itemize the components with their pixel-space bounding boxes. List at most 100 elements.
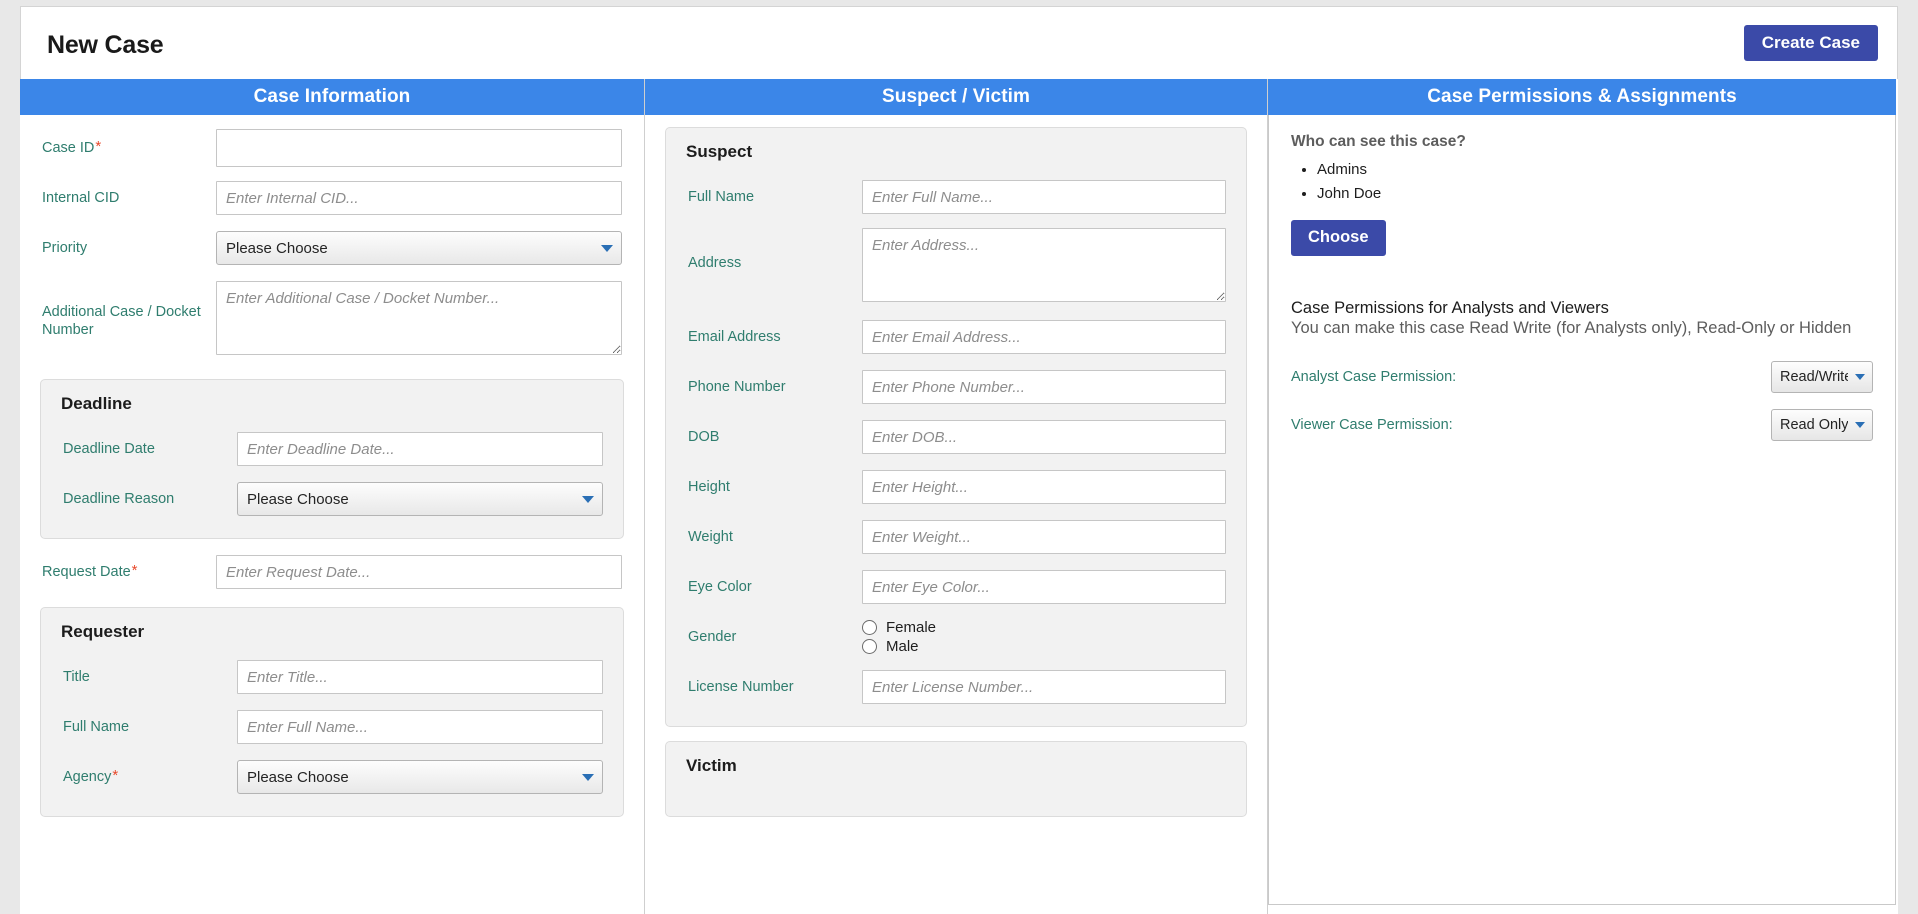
viewer-permission-select[interactable]: Read Only <box>1771 408 1873 441</box>
suspect-eye-color-input[interactable] <box>862 570 1226 604</box>
label-additional-case-number: Additional Case / Docket Number <box>42 304 201 339</box>
deadline-reason-select[interactable]: Please Choose <box>237 482 603 516</box>
field-row-suspect-height: Height <box>666 462 1246 512</box>
field-row-suspect-gender: Gender Female Male <box>666 612 1246 662</box>
control-priority: Please Choose <box>216 231 644 265</box>
suspect-full-name-input[interactable] <box>862 180 1226 214</box>
control-suspect-height <box>862 470 1246 504</box>
control-suspect-dob <box>862 420 1246 454</box>
column-header-suspect-victim: Suspect / Victim <box>645 79 1267 115</box>
control-suspect-full-name <box>862 180 1246 214</box>
control-deadline-reason: Please Choose <box>237 482 623 516</box>
agency-select-wrap: Please Choose <box>237 760 603 794</box>
requester-full-name-input[interactable] <box>237 710 603 744</box>
label-deadline-reason: Deadline Reason <box>63 490 175 507</box>
analyst-permission-select-wrap: Read/Write <box>1771 360 1873 393</box>
permissions-subtext: You can make this case Read Write (for A… <box>1291 318 1852 337</box>
victim-group-title: Victim <box>686 756 737 775</box>
additional-case-number-textarea[interactable] <box>216 281 622 355</box>
case-id-input[interactable] <box>216 129 622 167</box>
analyst-permission-row: Analyst Case Permission: Read/Write <box>1291 360 1873 393</box>
suspect-phone-input[interactable] <box>862 370 1226 404</box>
control-suspect-license-number <box>862 670 1246 704</box>
control-agency: Please Choose <box>237 760 623 794</box>
field-row-suspect-eye-color: Eye Color <box>666 562 1246 612</box>
suspect-group-title: Suspect <box>686 142 753 161</box>
control-request-date <box>216 555 644 589</box>
label-viewer-permission: Viewer Case Permission: <box>1291 416 1453 433</box>
list-item: Admins <box>1317 161 1873 178</box>
radio-circle-icon[interactable] <box>862 639 877 654</box>
label-requester-full-name: Full Name <box>63 718 130 735</box>
label-suspect-dob: DOB <box>688 428 720 445</box>
radio-circle-icon[interactable] <box>862 620 877 635</box>
field-row-suspect-email: Email Address <box>666 312 1246 362</box>
field-row-internal-cid: Internal CID <box>20 173 644 223</box>
field-row-deadline-reason: Deadline Reason Please Choose <box>41 474 623 524</box>
column-suspect-victim: Suspect / Victim Suspect Full Name Addre… <box>645 79 1268 914</box>
viewer-permission-select-wrap: Read Only <box>1771 408 1873 441</box>
column-header-case-permissions: Case Permissions & Assignments <box>1268 79 1896 115</box>
suspect-weight-input[interactable] <box>862 520 1226 554</box>
suspect-dob-input[interactable] <box>862 420 1226 454</box>
gender-radio-female[interactable]: Female <box>862 619 1226 636</box>
control-suspect-phone <box>862 370 1246 404</box>
field-row-priority: Priority Please Choose <box>20 223 644 273</box>
label-suspect-height: Height <box>688 478 730 495</box>
requester-group-title: Requester <box>61 622 145 641</box>
suspect-group: Suspect Full Name Address <box>665 127 1247 727</box>
label-agency: Agency* <box>63 766 119 785</box>
control-internal-cid <box>216 181 644 215</box>
label-internal-cid: Internal CID <box>42 189 120 206</box>
label-suspect-email: Email Address <box>688 328 781 345</box>
required-marker: * <box>131 561 138 579</box>
request-date-input[interactable] <box>216 555 622 589</box>
control-suspect-weight <box>862 520 1246 554</box>
gender-option-label: Male <box>886 638 919 655</box>
column-case-information: Case Information Case ID* Internal CID P… <box>20 79 645 914</box>
suspect-height-input[interactable] <box>862 470 1226 504</box>
field-row-request-date: Request Date* <box>20 547 644 597</box>
control-suspect-eye-color <box>862 570 1246 604</box>
requester-group: Requester Title Full Name A <box>40 607 624 817</box>
required-marker: * <box>112 766 119 784</box>
requester-title-input[interactable] <box>237 660 603 694</box>
priority-select[interactable]: Please Choose <box>216 231 622 265</box>
control-suspect-address <box>862 228 1246 307</box>
suspect-address-textarea[interactable] <box>862 228 1226 302</box>
list-item: John Doe <box>1317 185 1873 202</box>
label-suspect-eye-color: Eye Color <box>688 578 752 595</box>
internal-cid-input[interactable] <box>216 181 622 215</box>
suspect-email-input[interactable] <box>862 320 1226 354</box>
control-requester-title <box>237 660 623 694</box>
application-root: New Case Create Case Case Information Ca… <box>0 0 1918 914</box>
analyst-permission-select[interactable]: Read/Write <box>1771 360 1873 393</box>
label-requester-title: Title <box>63 668 90 685</box>
agency-select[interactable]: Please Choose <box>237 760 603 794</box>
label-analyst-permission: Analyst Case Permission: <box>1291 368 1457 385</box>
field-row-suspect-weight: Weight <box>666 512 1246 562</box>
gender-radio-male[interactable]: Male <box>862 638 1226 655</box>
create-case-button[interactable]: Create Case <box>1743 25 1878 61</box>
field-row-suspect-address: Address <box>666 222 1246 312</box>
who-can-see-question: Who can see this case? <box>1291 133 1466 150</box>
field-row-requester-title: Title <box>41 652 623 702</box>
field-row-case-id: Case ID* <box>20 123 644 173</box>
deadline-reason-select-wrap: Please Choose <box>237 482 603 516</box>
case-permissions-body: Who can see this case? Admins John Doe C… <box>1269 115 1895 441</box>
control-deadline-date <box>237 432 623 466</box>
field-row-deadline-date: Deadline Date <box>41 424 623 474</box>
viewer-permission-row: Viewer Case Permission: Read Only <box>1291 408 1873 441</box>
label-suspect-full-name: Full Name <box>688 188 755 205</box>
choose-button[interactable]: Choose <box>1291 220 1386 256</box>
field-row-requester-full-name: Full Name <box>41 702 623 752</box>
deadline-date-input[interactable] <box>237 432 603 466</box>
label-suspect-gender: Gender <box>688 628 737 645</box>
field-row-suspect-dob: DOB <box>666 412 1246 462</box>
label-deadline-date: Deadline Date <box>63 440 155 457</box>
required-marker: * <box>95 137 102 155</box>
suspect-victim-body: Suspect Full Name Address <box>645 127 1267 817</box>
suspect-license-number-input[interactable] <box>862 670 1226 704</box>
permissions-heading: Case Permissions for Analysts and Viewer… <box>1291 298 1609 317</box>
page-header: New Case Create Case <box>20 6 1898 79</box>
